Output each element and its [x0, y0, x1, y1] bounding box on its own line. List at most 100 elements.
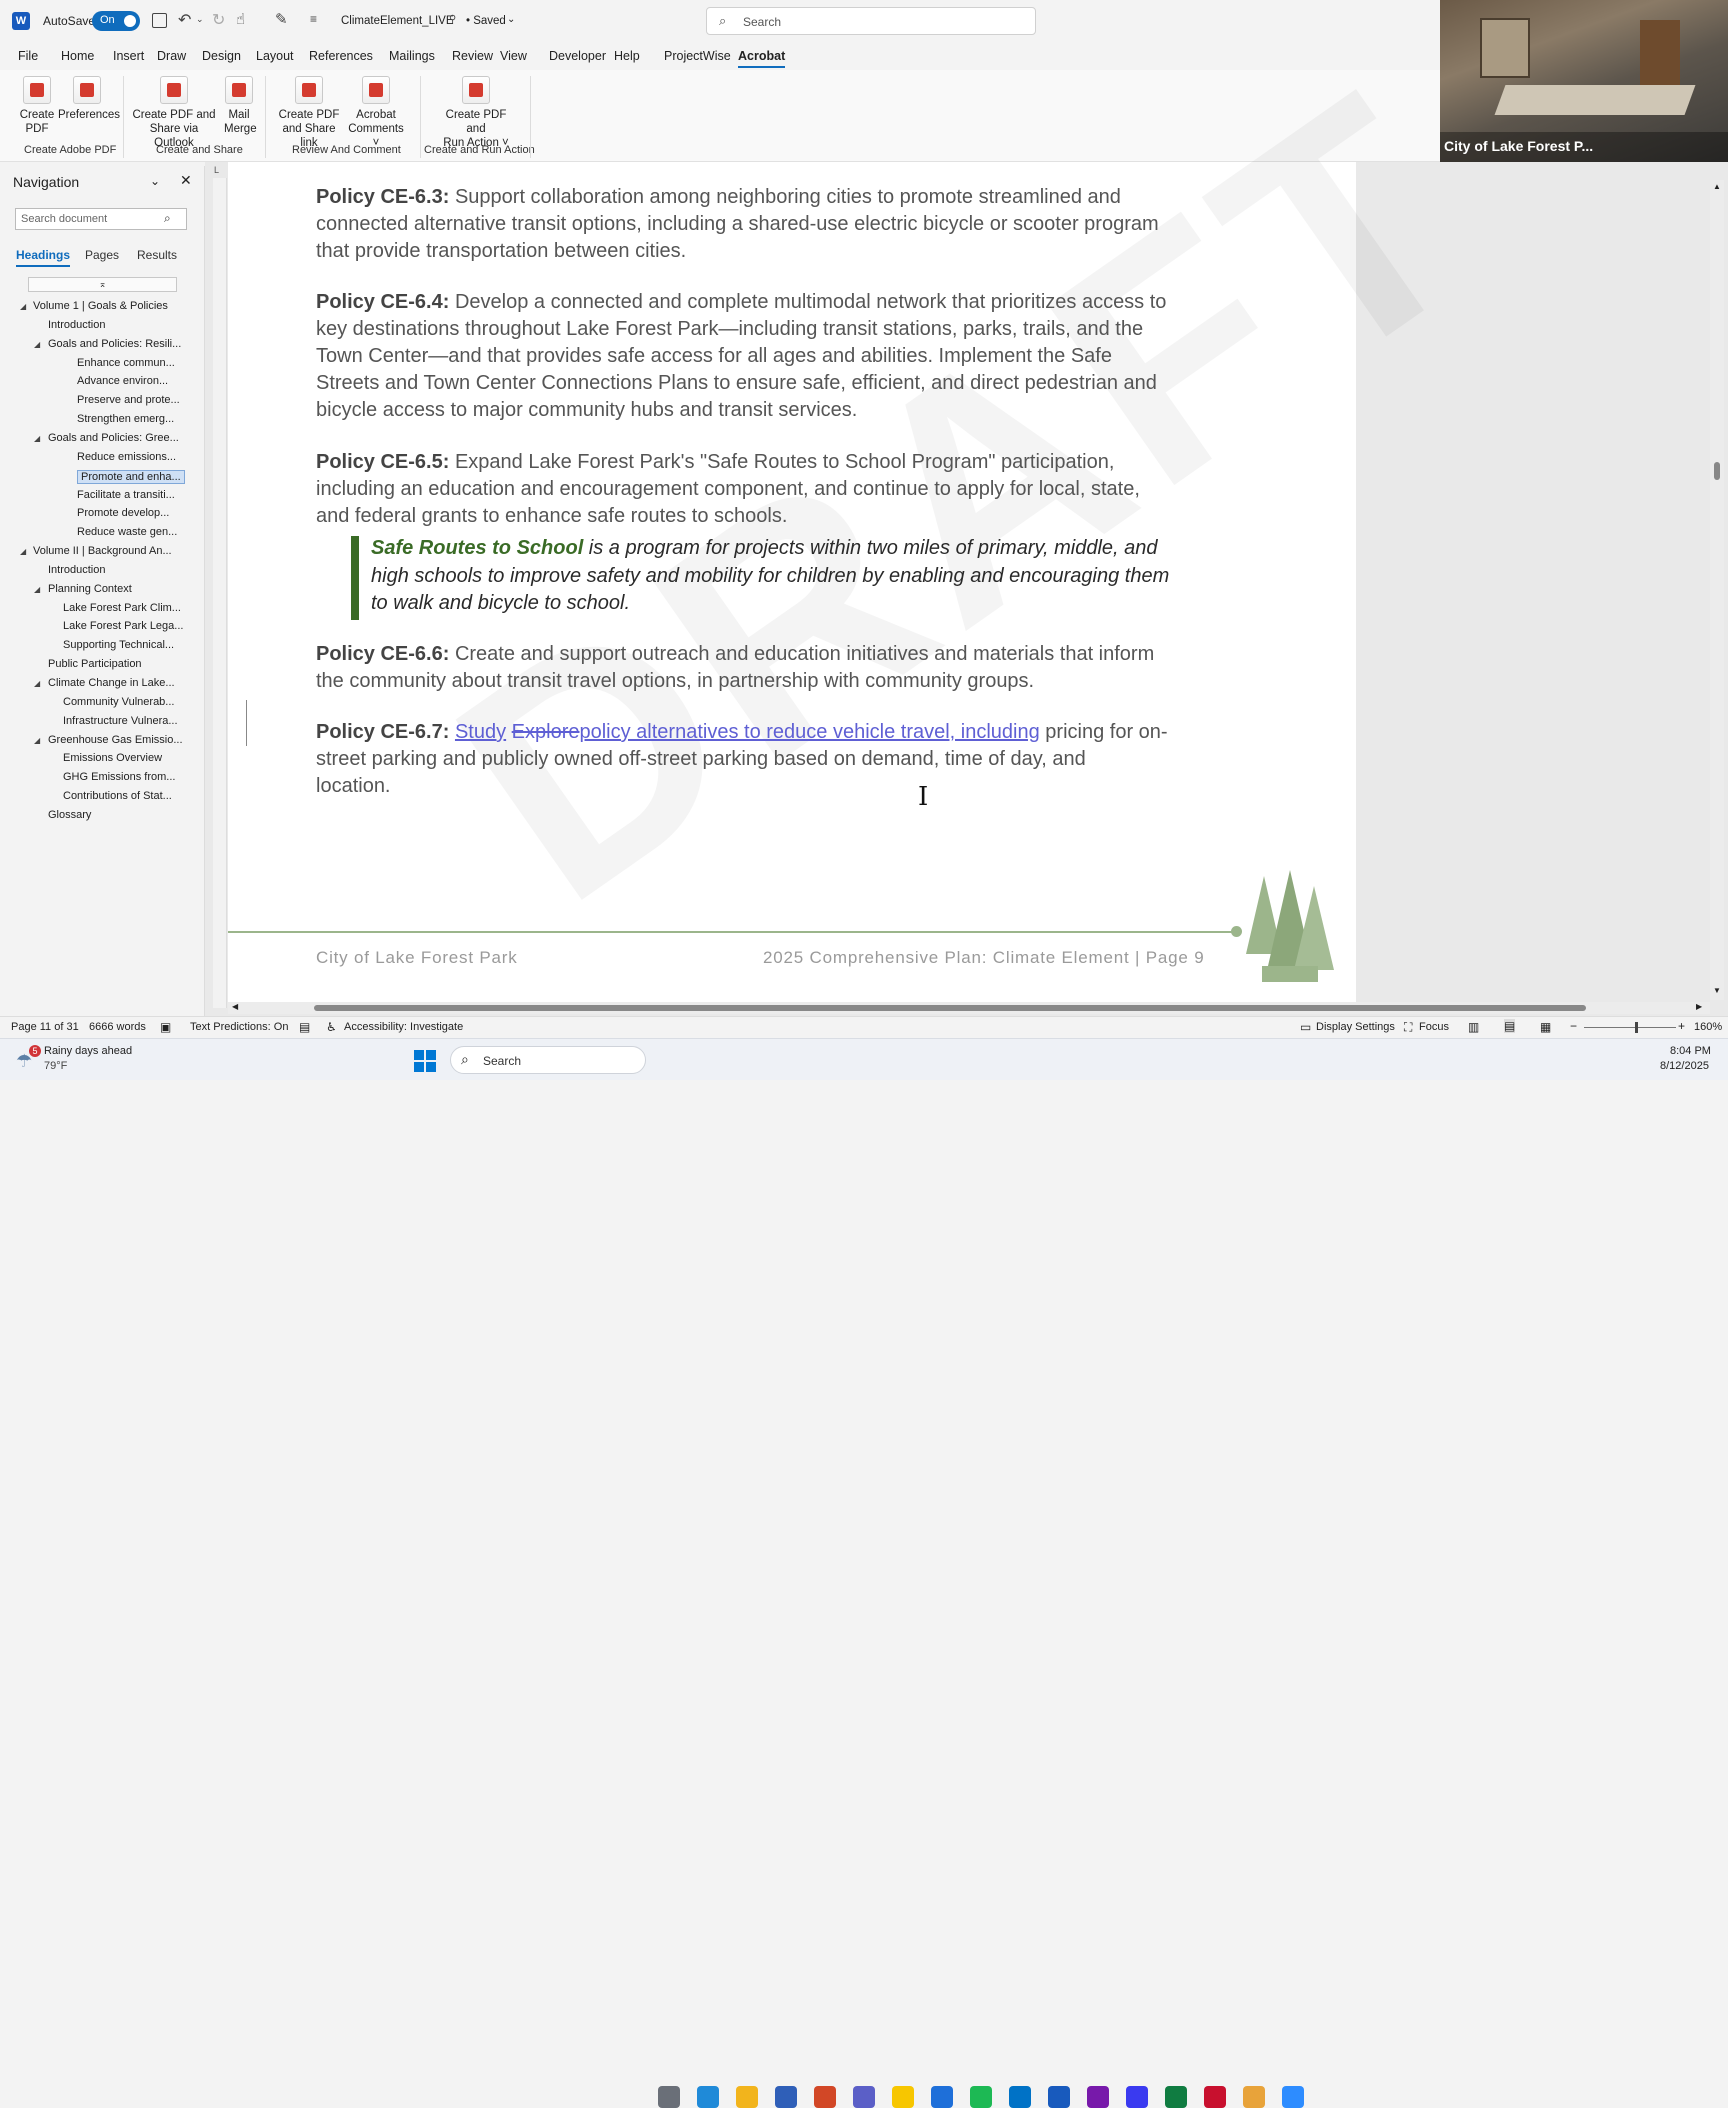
- tab-help[interactable]: Help: [614, 49, 640, 63]
- save-status-chevron-icon[interactable]: ⌄: [507, 14, 515, 25]
- nav-heading[interactable]: Promote develop...: [77, 507, 169, 519]
- read-mode-icon[interactable]: ▥: [1468, 1020, 1479, 1034]
- nav-heading[interactable]: Lake Forest Park Lega...: [63, 620, 183, 632]
- task-view-icon[interactable]: [658, 2086, 680, 2108]
- zoom-out-icon[interactable]: −: [1570, 1019, 1577, 1033]
- nav-heading[interactable]: Public Participation: [48, 658, 142, 670]
- nav-close-icon[interactable]: ✕: [180, 172, 192, 189]
- policy-ce-6-5-paragraph[interactable]: Policy CE-6.5: Expand Lake Forest Park's…: [316, 449, 1216, 530]
- word-taskbar-icon[interactable]: [1048, 2086, 1070, 2108]
- ribbon-button-1[interactable]: Create PDF: [16, 76, 58, 136]
- vertical-scrollbar[interactable]: ▲ ▼: [1710, 180, 1724, 1000]
- display-settings-icon[interactable]: ▭: [1300, 1020, 1311, 1034]
- text-predictions[interactable]: Text Predictions: On: [190, 1021, 288, 1033]
- nav-heading[interactable]: Strengthen emerg...: [77, 413, 174, 425]
- proofing-icon[interactable]: ▣: [160, 1020, 171, 1034]
- scroll-down-icon[interactable]: ▼: [1713, 986, 1721, 995]
- display-settings[interactable]: Display Settings: [1316, 1021, 1395, 1033]
- clock-date[interactable]: 8/12/2025: [1660, 1060, 1709, 1072]
- focus-icon[interactable]: ⛶: [1404, 1020, 1412, 1035]
- search-box[interactable]: ⌕ Search: [706, 7, 1036, 35]
- ribbon-button-4[interactable]: Mail Merge: [224, 76, 257, 136]
- nav-heading[interactable]: Glossary: [48, 809, 91, 821]
- tab-review[interactable]: Review: [452, 49, 493, 63]
- zoom-level[interactable]: 160%: [1694, 1021, 1722, 1033]
- teams-icon[interactable]: [853, 2086, 875, 2108]
- tracked-insertion[interactable]: Study: [455, 721, 506, 743]
- nav-options-chevron-icon[interactable]: ⌄: [150, 174, 160, 188]
- outlook-icon[interactable]: [1009, 2086, 1031, 2108]
- expand-triangle-icon[interactable]: ◢: [34, 340, 40, 349]
- expand-triangle-icon[interactable]: ◢: [34, 679, 40, 688]
- zoom-in-icon[interactable]: +: [1678, 1019, 1685, 1033]
- ribbon-button-2[interactable]: Preferences: [58, 76, 120, 122]
- nav-tab-headings[interactable]: Headings: [16, 248, 71, 267]
- vertical-scroll-thumb[interactable]: [1714, 462, 1720, 480]
- nav-heading[interactable]: Climate Change in Lake...: [48, 677, 175, 689]
- ribbon-button-3[interactable]: Create PDF and Share via Outlook: [130, 76, 218, 150]
- nav-heading[interactable]: Preserve and prote...: [77, 394, 180, 406]
- tracked-deletion[interactable]: Explore: [512, 721, 580, 743]
- tab-home[interactable]: Home: [61, 49, 94, 63]
- nav-heading[interactable]: Reduce waste gen...: [77, 526, 177, 538]
- ribbon-button-5[interactable]: Create PDF and Share link: [276, 76, 342, 150]
- highlighter-icon[interactable]: ✎: [275, 10, 288, 28]
- zoom-icon[interactable]: [1282, 2086, 1304, 2108]
- folder-icon[interactable]: [1243, 2086, 1265, 2108]
- scroll-up-icon[interactable]: ▲: [1713, 182, 1721, 191]
- nav-heading[interactable]: Introduction: [48, 319, 105, 331]
- page-count[interactable]: Page 11 of 31: [11, 1021, 79, 1033]
- nav-heading[interactable]: Infrastructure Vulnera...: [63, 715, 178, 727]
- policy-ce-6-4-paragraph[interactable]: Policy CE-6.4: Develop a connected and c…: [316, 289, 1216, 424]
- nav-search-icon[interactable]: ⌕: [164, 211, 171, 226]
- policy-ce-6-3-paragraph[interactable]: Policy CE-6.3: Support collaboration amo…: [316, 184, 1216, 265]
- tracked-insertion[interactable]: policy alternatives to reduce vehicle tr…: [579, 721, 1039, 743]
- nav-tab-results[interactable]: Results: [137, 248, 177, 262]
- expand-triangle-icon[interactable]: ◢: [34, 736, 40, 745]
- nav-search-box[interactable]: Search document ⌕: [15, 208, 187, 230]
- nav-heading[interactable]: Lake Forest Park Clim...: [63, 602, 181, 614]
- undo-dropdown-icon[interactable]: ⌄: [196, 14, 204, 25]
- nav-heading[interactable]: Contributions of Stat...: [63, 790, 172, 802]
- horizontal-scroll-thumb[interactable]: [314, 1005, 1586, 1011]
- edge-icon[interactable]: [697, 2086, 719, 2108]
- nav-heading[interactable]: Emissions Overview: [63, 752, 162, 764]
- tab-layout[interactable]: Layout: [256, 49, 294, 63]
- customize-qat-icon[interactable]: ≡: [310, 12, 317, 26]
- scroll-left-icon[interactable]: ◀: [232, 1002, 238, 1011]
- print-layout-icon[interactable]: ▤: [1504, 1019, 1516, 1033]
- spotify-icon[interactable]: [970, 2086, 992, 2108]
- expand-triangle-icon[interactable]: ◢: [20, 302, 26, 311]
- onenote-icon[interactable]: [1087, 2086, 1109, 2108]
- word-icon[interactable]: W: [12, 12, 30, 30]
- save-icon[interactable]: [152, 13, 167, 28]
- nav-heading[interactable]: Reduce emissions...: [77, 451, 176, 463]
- nav-heading[interactable]: Greenhouse Gas Emissio...: [48, 734, 183, 746]
- ribbon-button-6[interactable]: Acrobat Comments ˅: [346, 76, 406, 150]
- ruler-corner[interactable]: L: [214, 165, 219, 175]
- nav-heading[interactable]: Supporting Technical...: [63, 639, 174, 651]
- tab-insert[interactable]: Insert: [113, 49, 144, 63]
- nav-heading[interactable]: Facilitate a transiti...: [77, 489, 175, 501]
- zoom-slider[interactable]: [1584, 1022, 1676, 1033]
- nav-heading[interactable]: Goals and Policies: Gree...: [48, 432, 179, 444]
- clock-time[interactable]: 8:04 PM: [1670, 1045, 1711, 1057]
- macro-icon[interactable]: ▤: [299, 1020, 310, 1034]
- nav-heading[interactable]: Volume II | Background An...: [33, 545, 172, 557]
- scroll-right-icon[interactable]: ▶: [1696, 1002, 1702, 1011]
- tab-mailings[interactable]: Mailings: [389, 49, 435, 63]
- vertical-ruler[interactable]: [213, 178, 227, 1008]
- expand-triangle-icon[interactable]: ◢: [20, 547, 26, 556]
- nav-heading[interactable]: Enhance commun...: [77, 357, 175, 369]
- redo-icon[interactable]: ↻: [212, 10, 225, 30]
- web-layout-icon[interactable]: ▦: [1540, 1020, 1551, 1034]
- store-icon[interactable]: [775, 2086, 797, 2108]
- ribbon-button-7[interactable]: Create PDF and Run Action ˅: [436, 76, 516, 150]
- undo-icon[interactable]: ↶: [178, 10, 191, 30]
- tab-view[interactable]: View: [500, 49, 527, 63]
- file-explorer-icon[interactable]: [736, 2086, 758, 2108]
- nav-heading[interactable]: Volume 1 | Goals & Policies: [33, 300, 168, 312]
- weather-title[interactable]: Rainy days ahead: [44, 1045, 132, 1057]
- tab-design[interactable]: Design: [202, 49, 241, 63]
- tab-draw[interactable]: Draw: [157, 49, 186, 63]
